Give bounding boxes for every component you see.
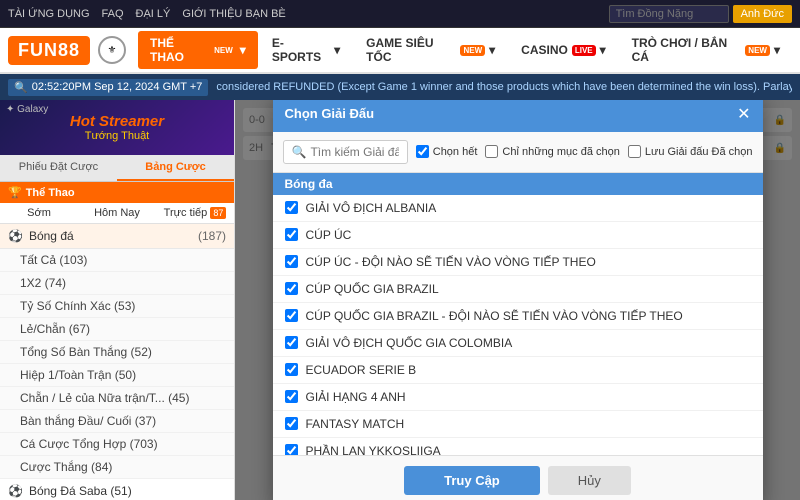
cancel-button[interactable]: Hủy [548,466,631,495]
bet-sub-all[interactable]: Tất Cả (103) [0,249,234,272]
chevron-down-icon: ▾ [774,43,780,57]
chevron-down-icon: ▾ [240,43,246,57]
league-checkbox[interactable] [285,390,298,403]
banner-sub: Tướng Thuật [70,130,164,142]
save-selected-label[interactable]: Lưu Giải đấu Đã chọn [628,145,753,158]
banner-title: Hot Streamer [70,113,164,130]
tab-today[interactable]: Hôm Nay [78,203,156,223]
tab-early[interactable]: Sớm [0,203,78,223]
save-selected-checkbox[interactable] [628,145,641,158]
chevron-down-icon: ▾ [489,43,495,57]
top-nav: TÀI ỨNG DỤNG FAQ ĐẠI LÝ GIỚI THIỆU BẠN B… [0,0,800,28]
list-item[interactable]: CÚP ÚC [273,222,763,249]
modal-overlay: Chọn Giải Đấu ✕ 🔍 Chọn hết Chỉ [235,100,800,500]
league-list[interactable]: GIẢI VÔ ĐỊCH ALBANIA CÚP ÚC CÚP ÚC - ĐỘI… [273,195,763,455]
bet-sub-combo[interactable]: Cá Cược Tổng Hợp (703) [0,433,234,456]
check-all-label[interactable]: Chọn hết [416,145,478,158]
ticker-time: 🔍 02:52:20PM Sep 12, 2024 GMT +7 [8,79,208,96]
ticker-bar: 🔍 02:52:20PM Sep 12, 2024 GMT +7 conside… [0,74,800,100]
logo-icon: ⚜ [98,36,126,64]
league-checkbox[interactable] [285,363,298,376]
sport-label: Bóng đá [29,229,192,243]
bet-sub-halftime[interactable]: Hiệp 1/Toàn Trận (50) [0,364,234,387]
bet-sub-half-odd-even[interactable]: Chẵn / Lẻ của Nữa trận/T... (45) [0,387,234,410]
league-search-input[interactable] [310,145,398,159]
banner-galaxy-label: ✦ Galaxy [6,104,48,115]
shield-icon: 🏆 [8,186,22,199]
nav-sports[interactable]: THỂ THAO NEW ▾ [138,31,258,69]
modal-search-box: 🔍 [283,140,408,164]
banner-content: Hot Streamer Tướng Thuật [70,113,164,142]
login-button[interactable]: Anh Đức [733,5,792,23]
tab-live[interactable]: Trực tiếp 87 [156,203,234,223]
modal-toolbar: 🔍 Chọn hết Chỉ những mục đã chọn Lưu Giả… [273,132,763,173]
chevron-down-icon: ▾ [600,43,606,57]
nav-esports[interactable]: E-SPORTS ▾ [260,31,352,69]
refer-link[interactable]: GIỚI THIỆU BẠN BÈ [182,8,285,20]
main-nav: FUN88 ⚜ THỂ THAO NEW ▾ E-SPORTS ▾ GAME S… [0,28,800,74]
list-item[interactable]: GIẢI VÔ ĐỊCH QUỐC GIA COLOMBIA [273,330,763,357]
list-item[interactable]: GIẢI VÔ ĐỊCH ALBANIA [273,195,763,222]
modal-title: Chọn Giải Đấu [285,106,375,121]
sidebar-tabs: Phiếu Đặt Cược Bảng Cược [0,155,234,182]
list-item[interactable]: GIẢI HẠNG 4 ANH [273,384,763,411]
chevron-down-icon: ▾ [334,43,340,57]
list-item[interactable]: CÚP QUỐC GIA BRAZIL - ĐỘI NÀO SẼ TIẾN VÀ… [273,303,763,330]
modal-footer: Truy Cập Hủy [273,455,763,500]
league-checkbox[interactable] [285,228,298,241]
sport-section-header: 🏆 Thể Thao [0,182,234,203]
league-checkbox[interactable] [285,255,298,268]
sport-item-saba[interactable]: ⚽ Bóng Đá Saba (51) [0,479,234,500]
league-checkbox[interactable] [285,282,298,295]
league-checkbox[interactable] [285,417,298,430]
filter-selected-label[interactable]: Chỉ những mục đã chọn [485,145,619,158]
league-checkbox[interactable] [285,444,298,455]
league-checkbox[interactable] [285,309,298,322]
tab-odds-board[interactable]: Bảng Cược [117,155,234,181]
bet-sub-first-last-goal[interactable]: Bàn thắng Đầu/ Cuối (37) [0,410,234,433]
agent-link[interactable]: ĐẠI LÝ [136,8,171,20]
time-tabs: Sớm Hôm Nay Trực tiếp 87 [0,203,234,224]
search-icon: 🔍 [292,145,307,159]
tab-bet-slip[interactable]: Phiếu Đặt Cược [0,155,117,181]
list-item[interactable]: FANTASY MATCH [273,411,763,438]
top-search: Anh Đức [609,5,792,23]
league-checkbox[interactable] [285,336,298,349]
list-item[interactable]: ECUADOR SERIE B [273,357,763,384]
football-saba-icon: ⚽ [8,484,23,498]
app-link[interactable]: TÀI ỨNG DỤNG [8,8,90,20]
league-checkbox[interactable] [285,201,298,214]
bet-sub-odd-even[interactable]: Lẻ/Chẵn (67) [0,318,234,341]
search-icon: 🔍 [14,81,28,94]
football-icon: ⚽ [8,229,23,243]
bet-sub-total-goals[interactable]: Tổng Số Bàn Thắng (52) [0,341,234,364]
content-area: ✦ Galaxy Hot Streamer Tướng Thuật Phiếu … [0,100,800,500]
sidebar: ✦ Galaxy Hot Streamer Tướng Thuật Phiếu … [0,100,235,500]
sidebar-banner: ✦ Galaxy Hot Streamer Tướng Thuật [0,100,234,155]
search-input[interactable] [609,5,729,23]
bet-sub-exact-score[interactable]: Tỷ Số Chính Xác (53) [0,295,234,318]
modal-section-header: Bóng đa [273,173,763,195]
list-item[interactable]: PHẦN LAN YKKOSLIIGA [273,438,763,455]
list-item[interactable]: CÚP QUỐC GIA BRAZIL [273,276,763,303]
nav-casino[interactable]: CASINO LIVE ▾ [509,31,617,69]
bet-sub-win[interactable]: Cược Thắng (84) [0,456,234,479]
sport-item-football[interactable]: ⚽ Bóng đá (187) [0,224,234,249]
ticker-text: considered REFUNDED (Except Game 1 winne… [216,81,792,93]
main-nav-items: THỂ THAO NEW ▾ E-SPORTS ▾ GAME SIÊU TỐC … [138,31,792,69]
bet-sub-1x2[interactable]: 1X2 (74) [0,272,234,295]
modal-header: Chọn Giải Đấu ✕ [273,100,763,132]
league-select-modal: Chọn Giải Đấu ✕ 🔍 Chọn hết Chỉ [273,100,763,500]
access-button[interactable]: Truy Cập [404,466,540,495]
nav-fast-game[interactable]: GAME SIÊU TỐC NEW ▾ [354,31,507,69]
modal-close-button[interactable]: ✕ [737,104,750,124]
filter-selected-checkbox[interactable] [485,145,498,158]
list-item[interactable]: CÚP ÚC - ĐỘI NÀO SẼ TIẾN VÀO VÒNG TIẾP T… [273,249,763,276]
nav-games[interactable]: TRÒ CHƠI / BẮN CÁ NEW ▾ [620,31,792,69]
faq-link[interactable]: FAQ [102,8,124,20]
logo: FUN88 [8,36,90,65]
check-all-checkbox[interactable] [416,145,429,158]
main-area: 0-0 Đức (V) 🔒 2H Tây Ban Nha (V) 🔒 Chọn … [235,100,800,500]
